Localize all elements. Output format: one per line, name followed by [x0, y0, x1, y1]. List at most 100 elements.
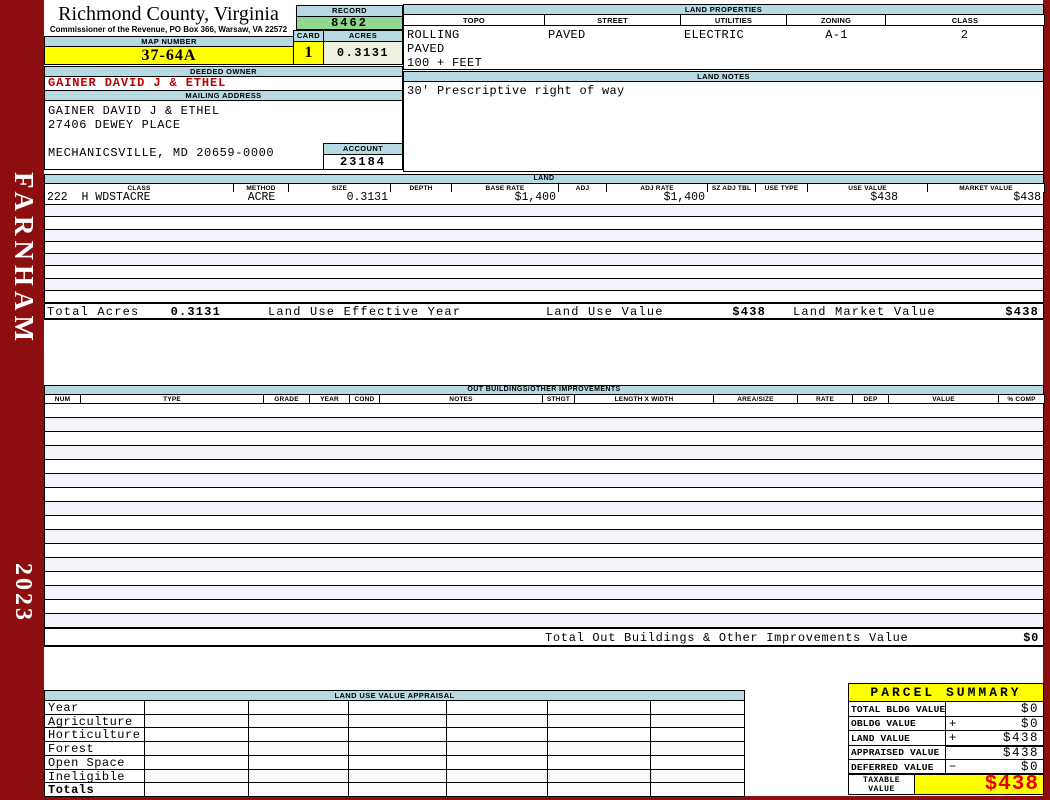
- appraisal-cell: [650, 700, 745, 715]
- out-buildings-column-10: DEP: [852, 394, 889, 404]
- out-buildings-column-0: NUM: [44, 394, 81, 404]
- appraisal-cell: [144, 755, 249, 770]
- land-table-data-row: 222 H WDSTACRE ACRE 0.3131 $1,400 $1,400 $438…: [44, 192, 1044, 205]
- land-cell-6: $1,400: [663, 191, 705, 204]
- parcel-summary-row: LAND VALUE + $438: [848, 730, 1044, 746]
- land-empty-row: [45, 254, 1043, 267]
- appraisal-row-label: Horticulture: [44, 727, 145, 742]
- out-buildings-empty-row: [45, 530, 1043, 544]
- land-cell-1: ACRE: [247, 191, 276, 204]
- parcel-summary-amount: $0: [1020, 702, 1039, 716]
- land-use-appraisal-grid: Year Agriculture Horticulture Forest Open Sp…: [44, 700, 745, 797]
- parcel-summary-row: TOTAL BLDG VALUE $0: [848, 701, 1044, 717]
- land-use-value: $438: [732, 305, 766, 319]
- topo-line-3: 100 + FEET: [407, 56, 483, 70]
- out-buildings-column-3: YEAR: [309, 394, 350, 404]
- land-empty-row: [45, 266, 1043, 279]
- appraisal-cell: [446, 714, 548, 728]
- out-buildings-column-9: RATE: [797, 394, 853, 404]
- land-notes-box: 30' Prescriptive right of way: [403, 81, 1044, 172]
- appraisal-cell: [248, 741, 349, 756]
- land-cell-2: 0.3131: [346, 191, 388, 204]
- property-record-card: FARNHAM 2023 Richmond County, Virginia C…: [0, 0, 1050, 800]
- out-buildings-column-4: COND: [349, 394, 380, 404]
- parcel-summary-operator: +: [949, 716, 957, 731]
- out-buildings-empty-row: [45, 544, 1043, 558]
- parcel-summary-row-label: LAND VALUE: [848, 730, 946, 746]
- appraisal-cell: [348, 769, 447, 783]
- out-buildings-empty-row: [45, 614, 1043, 628]
- mailing-line: MECHANICSVILLE, MD 20659-0000: [48, 146, 275, 160]
- appraisal-cell: [248, 782, 349, 797]
- taxable-value-row: TAXABLE VALUE $438: [848, 773, 1044, 796]
- land-table-totals-row: Total Acres 0.3131 Land Use Effective Ye…: [44, 303, 1044, 320]
- parcel-summary-row: APPRAISED VALUE $438: [848, 745, 1044, 760]
- appraisal-row: Ineligible: [44, 769, 745, 783]
- appraisal-cell: [446, 755, 548, 770]
- land-cell-4: $1,400: [514, 191, 556, 204]
- deeded-owner-value: GAINER DAVID J & ETHEL: [44, 76, 403, 91]
- appraisal-cell: [650, 714, 745, 728]
- topo-line-2: PAVED: [407, 42, 445, 56]
- appraisal-cell: [547, 714, 651, 728]
- appraisal-cell: [248, 700, 349, 715]
- appraisal-row-label: Totals: [44, 782, 145, 797]
- county-title: Richmond County, Virginia: [58, 3, 279, 25]
- land-cell-5: [559, 192, 607, 204]
- out-buildings-empty-rows: [44, 404, 1044, 628]
- tax-year: 2023: [10, 563, 36, 623]
- parcel-summary-title: PARCEL SUMMARY: [848, 683, 1044, 702]
- land-notes-text: 30' Prescriptive right of way: [407, 84, 625, 98]
- total-acres-value: 0.3131: [170, 305, 221, 319]
- appraisal-cell: [144, 700, 249, 715]
- parcel-summary-row-value: $0: [945, 701, 1044, 717]
- out-buildings-empty-row: [45, 600, 1043, 614]
- sidebar: FARNHAM 2023: [0, 0, 44, 800]
- parcel-summary-row-label: APPRAISED VALUE: [848, 745, 946, 760]
- account-value: 23184: [323, 154, 403, 170]
- out-buildings-empty-row: [45, 586, 1043, 600]
- land-empty-row: [45, 241, 1043, 254]
- card-value: 1: [293, 41, 324, 65]
- parcel-summary-amount: $438: [1002, 746, 1039, 760]
- appraisal-cell: [144, 727, 249, 742]
- out-buildings-empty-row: [45, 502, 1043, 516]
- appraisal-row-label: Open Space: [44, 755, 145, 770]
- appraisal-cell: [547, 782, 651, 797]
- appraisal-cell: [248, 755, 349, 770]
- appraisal-cell: [144, 714, 249, 728]
- out-buildings-empty-row: [45, 418, 1043, 432]
- appraisal-cell: [446, 769, 548, 783]
- parcel-summary-row-label: TOTAL BLDG VALUE: [848, 701, 946, 717]
- commissioner-line: Commissioner of the Revenue, PO Box 366,…: [49, 25, 288, 34]
- appraisal-cell: [348, 700, 447, 715]
- appraisal-cell: [144, 769, 249, 783]
- taxable-value-label: TAXABLE VALUE: [849, 775, 915, 794]
- out-buildings-column-8: AREA/SIZE: [713, 394, 798, 404]
- district-name: FARNHAM: [9, 172, 39, 346]
- appraisal-row-label: Agriculture: [44, 714, 145, 728]
- appraisal-cell: [348, 782, 447, 797]
- acres-value: 0.3131: [323, 41, 403, 65]
- parcel-summary-row-value: + $438: [945, 730, 1044, 746]
- appraisal-cell: [348, 714, 447, 728]
- appraisal-row: Open Space: [44, 755, 745, 770]
- out-buildings-column-5: NOTES: [379, 394, 543, 404]
- appraisal-cell: [446, 741, 548, 756]
- land-market-value-label: Land Market Value: [793, 305, 936, 319]
- land-properties-values: ROLLING PAVED ELECTRIC A-1 2 PAVED 100 +…: [403, 25, 1044, 70]
- parcel-summary-amount: $0: [1020, 716, 1039, 731]
- street-value: PAVED: [548, 28, 586, 42]
- out-buildings-empty-row: [45, 460, 1043, 474]
- taxable-value-amount: $438: [984, 773, 1039, 796]
- out-buildings-empty-row: [45, 446, 1043, 460]
- utilities-value: ELECTRIC: [684, 28, 745, 42]
- mailing-line: 27406 DEWEY PLACE: [48, 118, 181, 132]
- out-buildings-column-1: TYPE: [80, 394, 264, 404]
- parcel-summary-amount: $0: [1020, 760, 1039, 774]
- appraisal-cell: [446, 700, 548, 715]
- out-buildings-column-2: GRADE: [263, 394, 310, 404]
- appraisal-row: Totals: [44, 782, 745, 797]
- appraisal-cell: [348, 727, 447, 742]
- appraisal-row: Agriculture: [44, 714, 745, 728]
